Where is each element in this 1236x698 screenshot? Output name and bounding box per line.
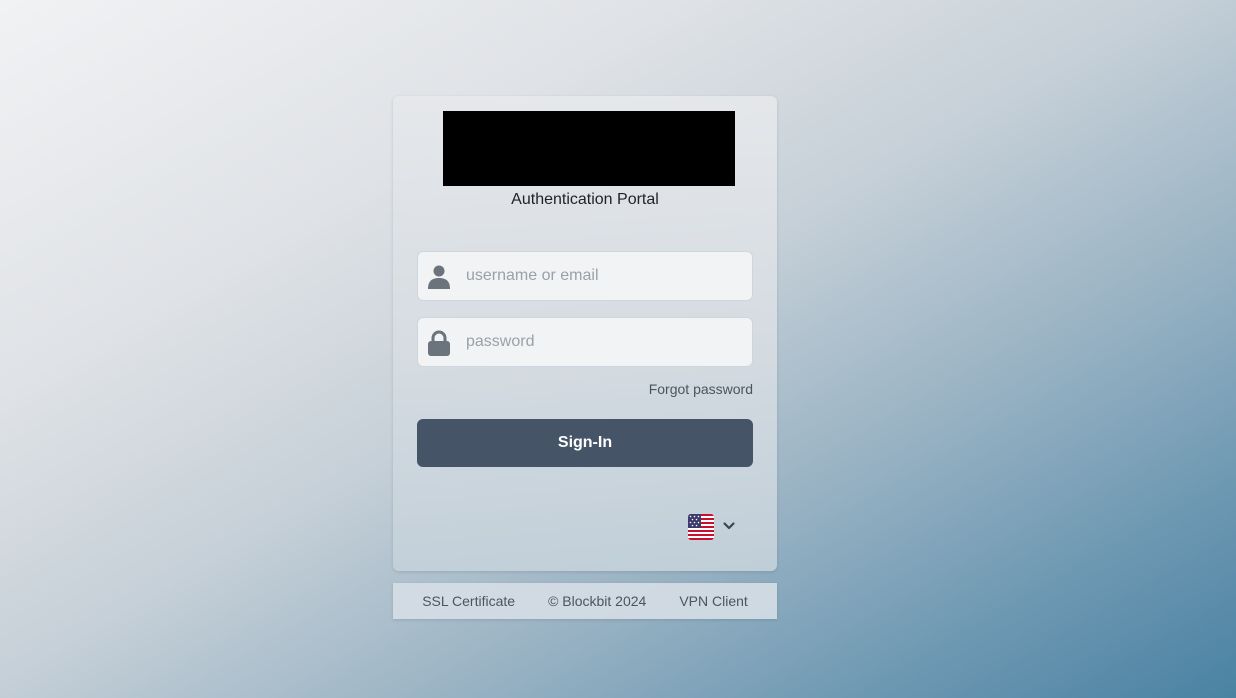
password-field[interactable] (417, 317, 753, 367)
password-input[interactable] (466, 318, 746, 366)
username-input[interactable] (466, 252, 746, 300)
lock-icon (428, 330, 450, 356)
copyright-text: © Blockbit 2024 (548, 593, 647, 609)
vpn-client-link[interactable]: VPN Client (679, 593, 747, 609)
login-card: Authentication Portal Forgot password Si… (393, 96, 777, 571)
username-field[interactable] (417, 251, 753, 301)
chevron-down-icon (723, 522, 735, 530)
sign-in-button[interactable]: Sign-In (417, 419, 753, 467)
footer-bar: SSL Certificate © Blockbit 2024 VPN Clie… (393, 583, 777, 619)
user-icon (428, 265, 450, 289)
forgot-password-link[interactable]: Forgot password (649, 381, 753, 397)
ssl-certificate-link[interactable]: SSL Certificate (422, 593, 515, 609)
language-selector[interactable] (688, 513, 740, 541)
portal-subtitle: Authentication Portal (511, 191, 659, 208)
us-flag-icon (688, 514, 714, 540)
redacted-logo (443, 111, 735, 186)
